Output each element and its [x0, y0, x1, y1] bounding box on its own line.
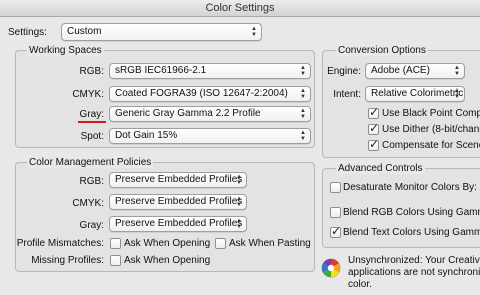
black-point-label: Use Black Point Compen: [382, 108, 480, 119]
updown-arrows-icon: ▲ ▼: [236, 196, 242, 208]
policy-cmyk-value: Preserve Embedded Profiles: [115, 196, 243, 207]
desaturate-label: Desaturate Monitor Colors By:: [343, 182, 477, 193]
ws-rgb-select[interactable]: sRGB IEC61966-2.1 ▲ ▼: [109, 63, 311, 79]
ws-cmyk-value: Coated FOGRA39 (ISO 12647-2:2004): [115, 88, 288, 99]
compensate-label: Compensate for Scene-: [382, 140, 480, 151]
policy-gray-label: Gray:: [79, 220, 104, 231]
sync-status-icon: [321, 258, 341, 278]
advanced-title: Advanced Controls: [336, 163, 425, 174]
mismatch-ask-pasting-label: Ask When Pasting: [229, 238, 311, 249]
dither-label: Use Dither (8-bit/chann: [382, 124, 480, 135]
policy-gray-select[interactable]: Preserve Embedded Profiles ▲ ▼: [109, 216, 247, 232]
settings-select[interactable]: Custom ▲ ▼: [61, 23, 262, 41]
profile-mismatches-label: Profile Mismatches:: [16, 238, 104, 249]
conversion-title: Conversion Options: [336, 45, 428, 56]
ws-cmyk-select[interactable]: Coated FOGRA39 (ISO 12647-2:2004) ▲ ▼: [109, 86, 311, 102]
updown-arrows-icon: ▲ ▼: [300, 65, 306, 77]
ws-spot-select[interactable]: Dot Gain 15% ▲ ▼: [109, 128, 311, 144]
engine-value: Adobe (ACE): [371, 65, 430, 76]
dither-checkbox[interactable]: ✓: [368, 121, 380, 135]
compensate-checkbox[interactable]: ✓: [368, 137, 380, 151]
blend-text-label: Blend Text Colors Using Gamma: [343, 227, 480, 238]
settings-value: Custom: [67, 26, 102, 37]
ws-spot-label: Spot:: [80, 131, 104, 142]
gray-highlight-underline: [78, 121, 106, 123]
updown-arrows-icon: ▲ ▼: [300, 88, 306, 100]
window-title: Color Settings: [205, 2, 275, 14]
ws-rgb-label: RGB:: [79, 66, 104, 77]
updown-arrows-icon: ▲ ▼: [251, 26, 257, 38]
mismatch-ask-opening-label: Ask When Opening: [124, 238, 211, 249]
mismatch-ask-opening-checkbox[interactable]: [110, 238, 121, 249]
policy-cmyk-select[interactable]: Preserve Embedded Profiles ▲ ▼: [109, 194, 247, 210]
black-point-checkbox[interactable]: ✓: [368, 105, 380, 119]
missing-ask-opening-label: Ask When Opening: [124, 255, 211, 266]
checkmark-icon: ✓: [369, 121, 380, 135]
ws-cmyk-label: CMYK:: [72, 89, 104, 100]
updown-arrows-icon: ▲ ▼: [236, 218, 242, 230]
desaturate-checkbox[interactable]: [330, 182, 341, 193]
updown-arrows-icon: ▲ ▼: [300, 108, 306, 120]
policy-rgb-select[interactable]: Preserve Embedded Profiles ▲ ▼: [109, 172, 247, 188]
blend-rgb-checkbox[interactable]: [330, 207, 341, 218]
policy-cmyk-label: CMYK:: [72, 198, 104, 209]
policies-title: Color Management Policies: [27, 157, 154, 168]
intent-value: Relative Colorimetric: [371, 88, 464, 99]
title-bar: Color Settings: [0, 0, 480, 17]
blend-text-checkbox[interactable]: ✓: [330, 224, 342, 238]
engine-label: Engine:: [327, 66, 361, 77]
working-spaces-title: Working Spaces: [27, 45, 104, 56]
missing-ask-opening-checkbox[interactable]: [110, 255, 121, 266]
checkmark-icon: ✓: [369, 137, 380, 151]
updown-arrows-icon: ▲ ▼: [236, 174, 242, 186]
engine-select[interactable]: Adobe (ACE) ▲ ▼: [365, 63, 465, 79]
checkmark-icon: ✓: [331, 224, 342, 238]
sync-status-line2: applications are not synchroni: [348, 267, 480, 278]
sync-status-line1: Unsynchronized: Your Creative: [348, 255, 480, 266]
missing-profiles-label: Missing Profiles:: [31, 255, 104, 266]
ws-gray-value: Generic Gray Gamma 2.2 Profile: [115, 108, 261, 119]
mismatch-ask-pasting-checkbox[interactable]: [215, 238, 226, 249]
ws-rgb-value: sRGB IEC61966-2.1: [115, 65, 207, 76]
updown-arrows-icon: ▲ ▼: [454, 88, 460, 100]
ws-spot-value: Dot Gain 15%: [115, 130, 178, 141]
updown-arrows-icon: ▲ ▼: [454, 65, 460, 77]
policy-gray-value: Preserve Embedded Profiles: [115, 218, 243, 229]
checkmark-icon: ✓: [369, 105, 380, 119]
updown-arrows-icon: ▲ ▼: [300, 130, 306, 142]
intent-label: Intent:: [333, 89, 361, 100]
blend-rgb-label: Blend RGB Colors Using Gamma:: [343, 207, 480, 218]
ws-gray-label: Gray:: [79, 109, 104, 120]
policy-rgb-value: Preserve Embedded Profiles: [115, 174, 243, 185]
policy-rgb-label: RGB:: [79, 176, 104, 187]
sync-status-line3: color.: [348, 279, 372, 290]
settings-label: Settings:: [8, 27, 47, 38]
intent-select[interactable]: Relative Colorimetric ▲ ▼: [365, 86, 465, 102]
ws-gray-select[interactable]: Generic Gray Gamma 2.2 Profile ▲ ▼: [109, 106, 311, 122]
